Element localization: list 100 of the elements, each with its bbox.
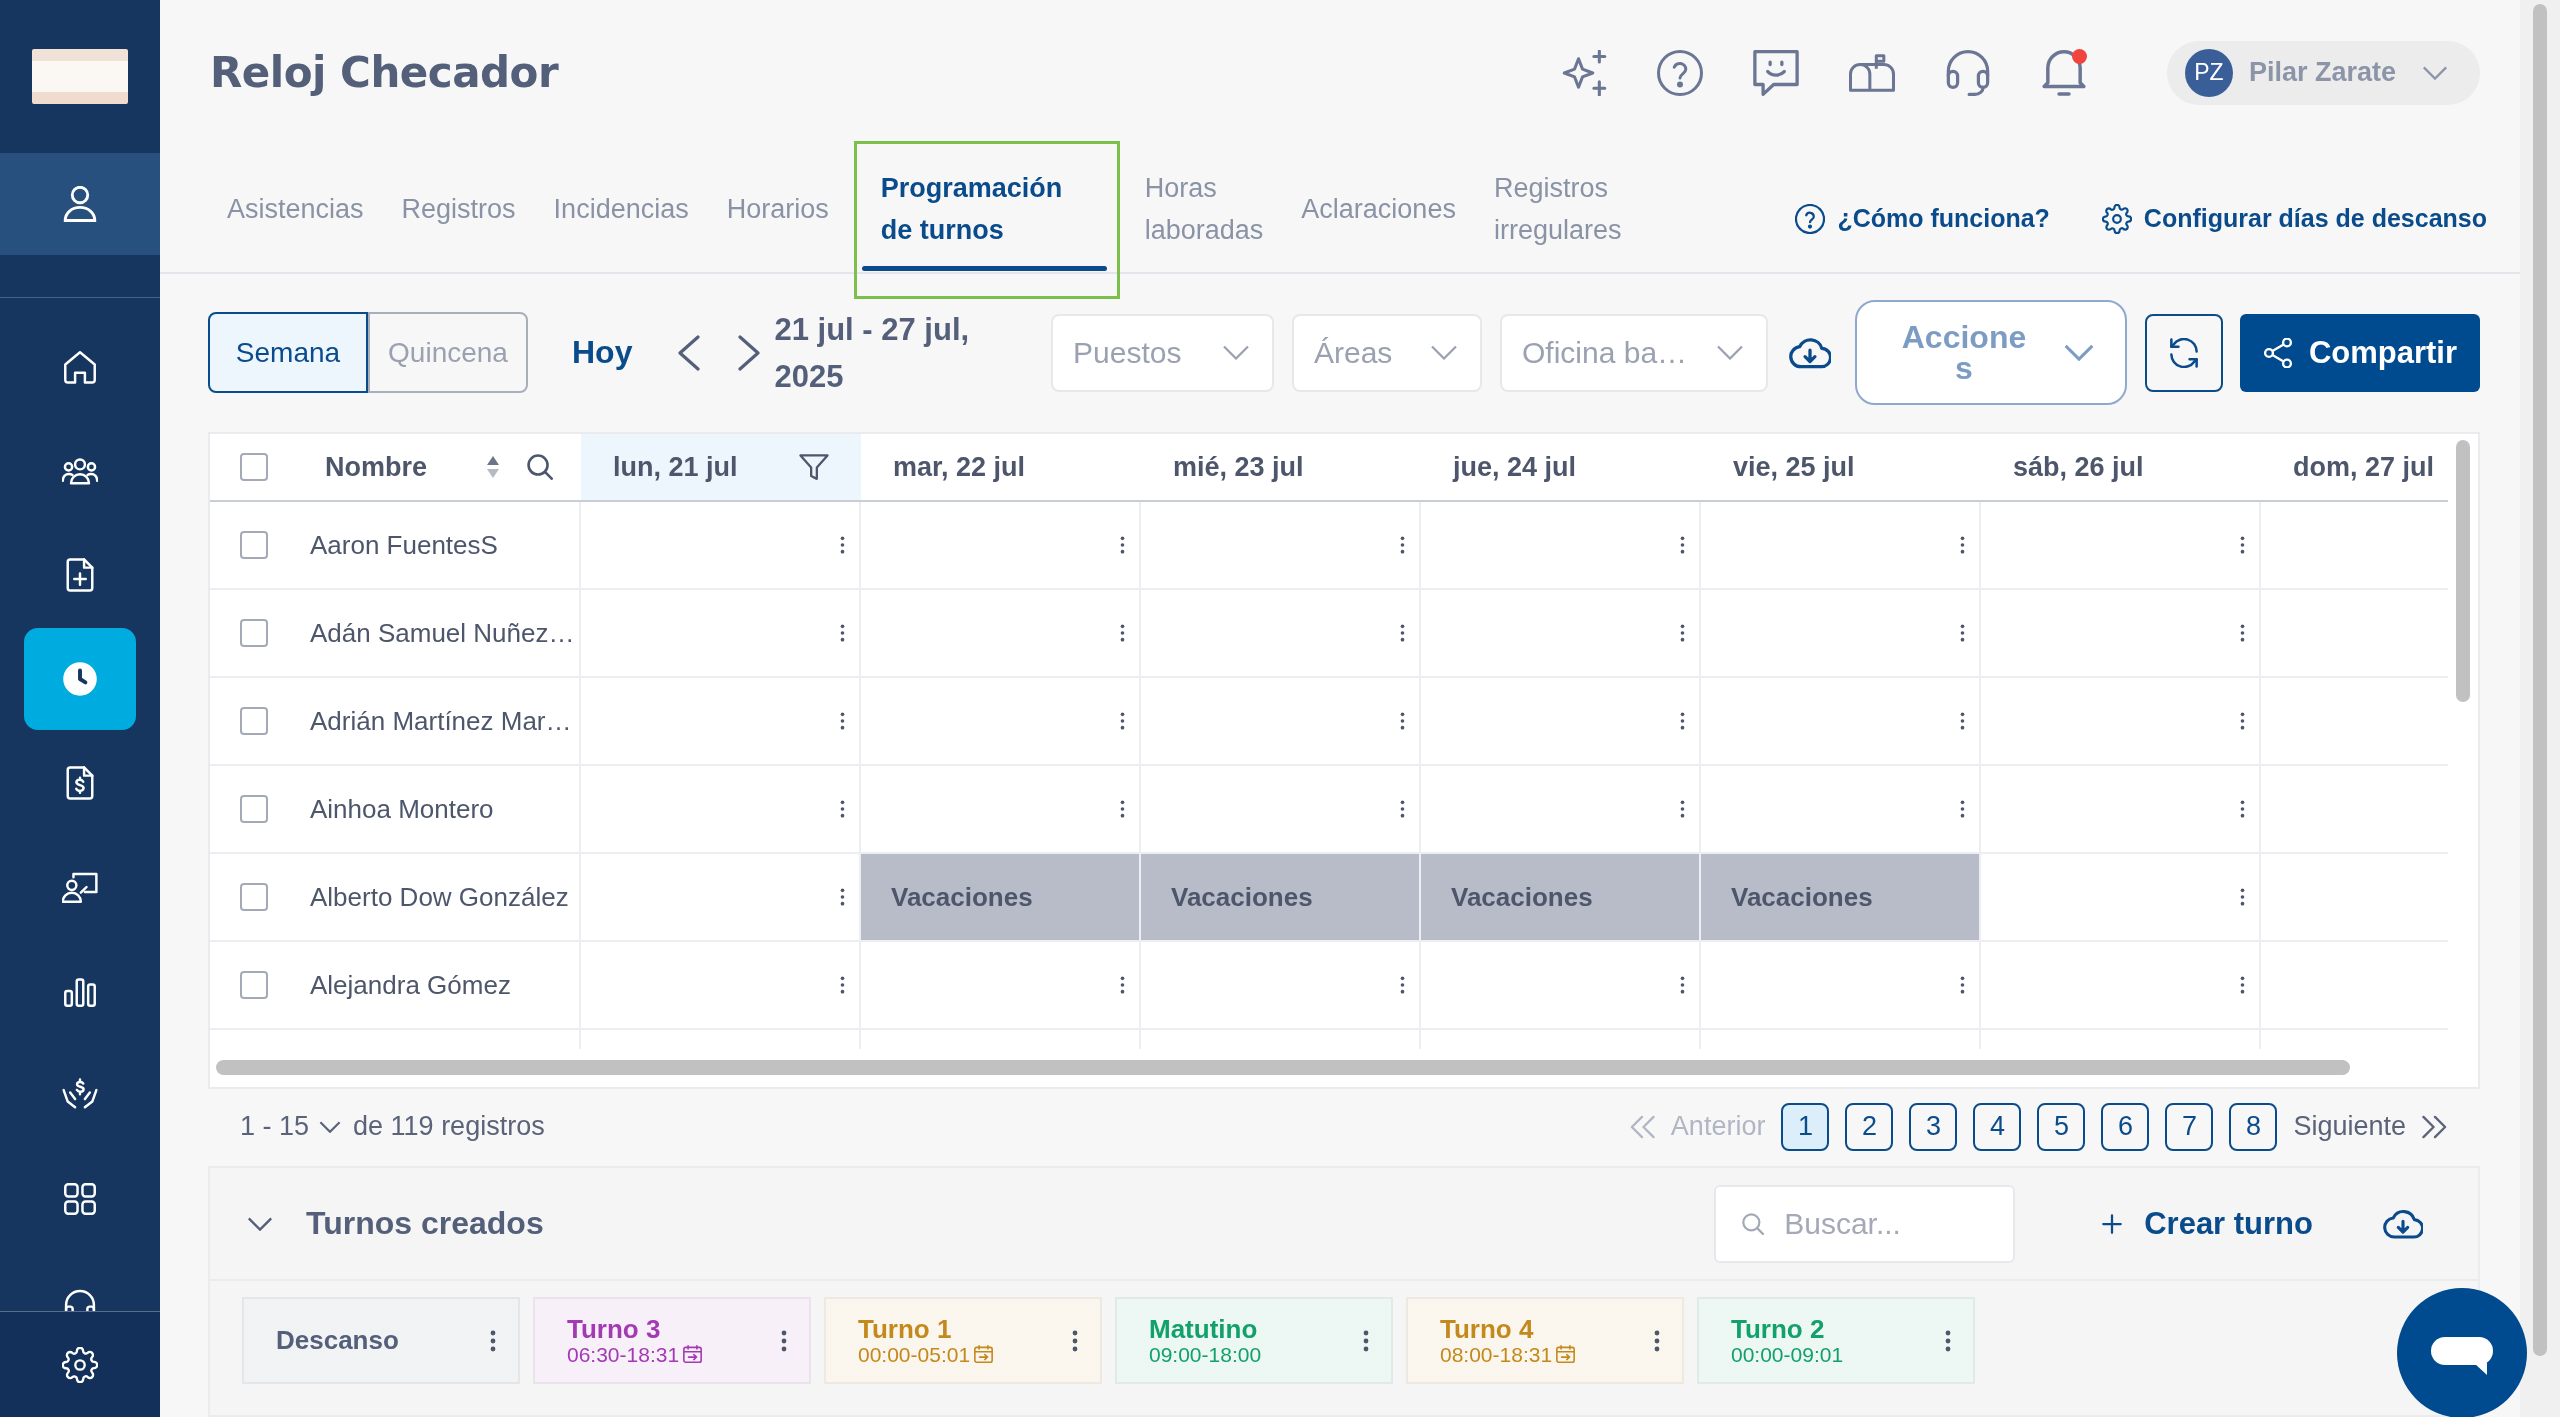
kebab-menu-icon[interactable] (1680, 623, 1685, 643)
page-button[interactable]: 5 (2037, 1102, 2086, 1151)
tab[interactable]: Registros irregulares (1474, 145, 1641, 272)
column-header[interactable]: sáb, 26 jul (1981, 434, 2261, 500)
tab[interactable]: Horarios (707, 145, 848, 272)
kebab-menu-icon[interactable] (2240, 535, 2245, 555)
kebab-menu-icon[interactable] (2240, 799, 2245, 819)
kebab-menu-icon[interactable] (1400, 711, 1405, 731)
kebab-menu-icon[interactable] (1680, 535, 1685, 555)
column-header[interactable]: dom, 27 jul (2261, 434, 2448, 500)
cloud-download-icon[interactable] (2383, 1208, 2423, 1239)
refresh-button[interactable] (2145, 313, 2223, 392)
horizontal-scrollbar[interactable] (216, 1060, 2350, 1075)
chevron-down-icon[interactable] (2422, 65, 2448, 80)
column-header[interactable]: mar, 22 jul (861, 434, 1141, 500)
tab[interactable]: Programación de turnos (853, 141, 1120, 299)
page-button[interactable]: 3 (1909, 1102, 1958, 1151)
share-button[interactable]: Compartir (2240, 313, 2480, 392)
checkbox[interactable] (240, 795, 268, 823)
page-button[interactable]: 8 (2229, 1102, 2278, 1151)
kebab-menu-icon[interactable] (1960, 535, 1965, 555)
cloud-download-icon[interactable] (1789, 336, 1831, 369)
kebab-menu-icon[interactable] (840, 887, 845, 907)
shift-card[interactable]: Descanso (242, 1297, 520, 1384)
kebab-menu-icon[interactable] (2240, 711, 2245, 731)
kebab-menu-icon[interactable] (1120, 975, 1125, 995)
page-button[interactable]: 7 (2165, 1102, 2214, 1151)
checkbox[interactable] (240, 531, 268, 559)
kebab-menu-icon[interactable] (1400, 535, 1405, 555)
sparkle-icon[interactable] (1560, 49, 1607, 96)
table-cell[interactable]: Vacaciones (1701, 854, 1979, 940)
sort-icon[interactable] (487, 456, 499, 478)
chevron-left-icon[interactable] (678, 333, 701, 372)
shift-card[interactable]: Turno 2 00:00-09:01 (1697, 1297, 1975, 1384)
page-button[interactable]: 2 (1845, 1102, 1894, 1151)
help-link[interactable]: ¿Cómo funciona? (1795, 203, 2050, 234)
chevron-right-icon[interactable] (738, 333, 761, 372)
kebab-menu-icon[interactable] (840, 535, 845, 555)
column-header[interactable]: lun, 21 jul (581, 434, 861, 500)
kebab-menu-icon[interactable] (1960, 623, 1965, 643)
column-header[interactable]: vie, 25 jul (1701, 434, 1981, 500)
help-icon[interactable] (1656, 49, 1703, 96)
kebab-menu-icon[interactable] (1120, 711, 1125, 731)
kebab-menu-icon[interactable] (2240, 887, 2245, 907)
user-menu-button[interactable]: PZ Pilar Zarate (2166, 40, 2480, 105)
chat-smile-icon[interactable] (1752, 49, 1799, 96)
settings-button[interactable] (62, 1346, 98, 1383)
settings-link[interactable]: Configurar días de descanso (2101, 203, 2487, 234)
search-icon[interactable] (527, 454, 553, 480)
kebab-menu-icon[interactable] (1960, 799, 1965, 819)
column-header[interactable]: mié, 23 jul (1141, 434, 1421, 500)
checkbox[interactable] (240, 453, 268, 481)
page-button[interactable]: 4 (1973, 1102, 2022, 1151)
kebab-menu-icon[interactable] (840, 623, 845, 643)
kebab-menu-icon[interactable] (1120, 623, 1125, 643)
checkbox[interactable] (240, 883, 268, 911)
headset-icon[interactable] (1944, 49, 1991, 96)
kebab-menu-icon[interactable] (1120, 535, 1125, 555)
search-field[interactable]: Buscar... (1714, 1184, 2016, 1263)
period-toggle[interactable]: Semana (208, 312, 368, 393)
page-button[interactable]: 6 (2101, 1102, 2150, 1151)
bell-icon[interactable] (2040, 49, 2087, 96)
table-cell[interactable]: Vacaciones (1141, 854, 1419, 940)
chevron-down-icon[interactable] (247, 1216, 273, 1231)
kebab-menu-icon[interactable] (1680, 799, 1685, 819)
tab[interactable]: Horas laboradas (1125, 145, 1283, 272)
kebab-menu-icon[interactable] (1960, 711, 1965, 731)
kebab-menu-icon[interactable] (1400, 975, 1405, 995)
checkbox[interactable] (240, 707, 268, 735)
kebab-menu-icon[interactable] (840, 975, 845, 995)
sidebar-item[interactable] (24, 628, 136, 730)
kebab-menu-icon[interactable] (840, 711, 845, 731)
kebab-menu-icon[interactable] (1400, 799, 1405, 819)
tab[interactable]: Incidencias (534, 145, 708, 272)
kebab-menu-icon[interactable] (1120, 799, 1125, 819)
account-item[interactable] (0, 153, 160, 255)
table-cell[interactable]: Vacaciones (1421, 854, 1699, 940)
column-header[interactable]: Nombre (325, 451, 427, 483)
kebab-menu-icon[interactable] (1680, 975, 1685, 995)
tab[interactable]: Registros (382, 145, 535, 272)
kebab-menu-icon[interactable] (2240, 975, 2245, 995)
tab[interactable]: Asistencias (208, 145, 383, 272)
create-shift-button[interactable]: Crear turno (2102, 1205, 2313, 1242)
column-header[interactable]: jue, 24 jul (1421, 434, 1701, 500)
filter-icon[interactable] (799, 453, 829, 481)
checkbox[interactable] (240, 619, 268, 647)
kebab-menu-icon[interactable] (840, 799, 845, 819)
tab[interactable]: Aclaraciones (1282, 145, 1475, 272)
kebab-menu-icon[interactable] (2240, 623, 2245, 643)
page-size-select[interactable]: 1 - 15 (240, 1111, 342, 1142)
kebab-menu-icon[interactable] (1400, 623, 1405, 643)
shift-card[interactable]: Matutino 09:00-18:00 (1115, 1297, 1393, 1384)
kebab-menu-icon[interactable] (1680, 711, 1685, 731)
page-scrollbar[interactable] (2533, 4, 2547, 1356)
shift-card[interactable]: Turno 3 06:30-18:31 (533, 1297, 811, 1384)
page-button[interactable]: 1 (1781, 1102, 1830, 1151)
kebab-menu-icon[interactable] (1960, 975, 1965, 995)
today-button[interactable]: Hoy (572, 334, 633, 371)
vertical-scrollbar[interactable] (2456, 440, 2470, 702)
next-page-button[interactable]: Siguiente (2293, 1111, 2448, 1142)
